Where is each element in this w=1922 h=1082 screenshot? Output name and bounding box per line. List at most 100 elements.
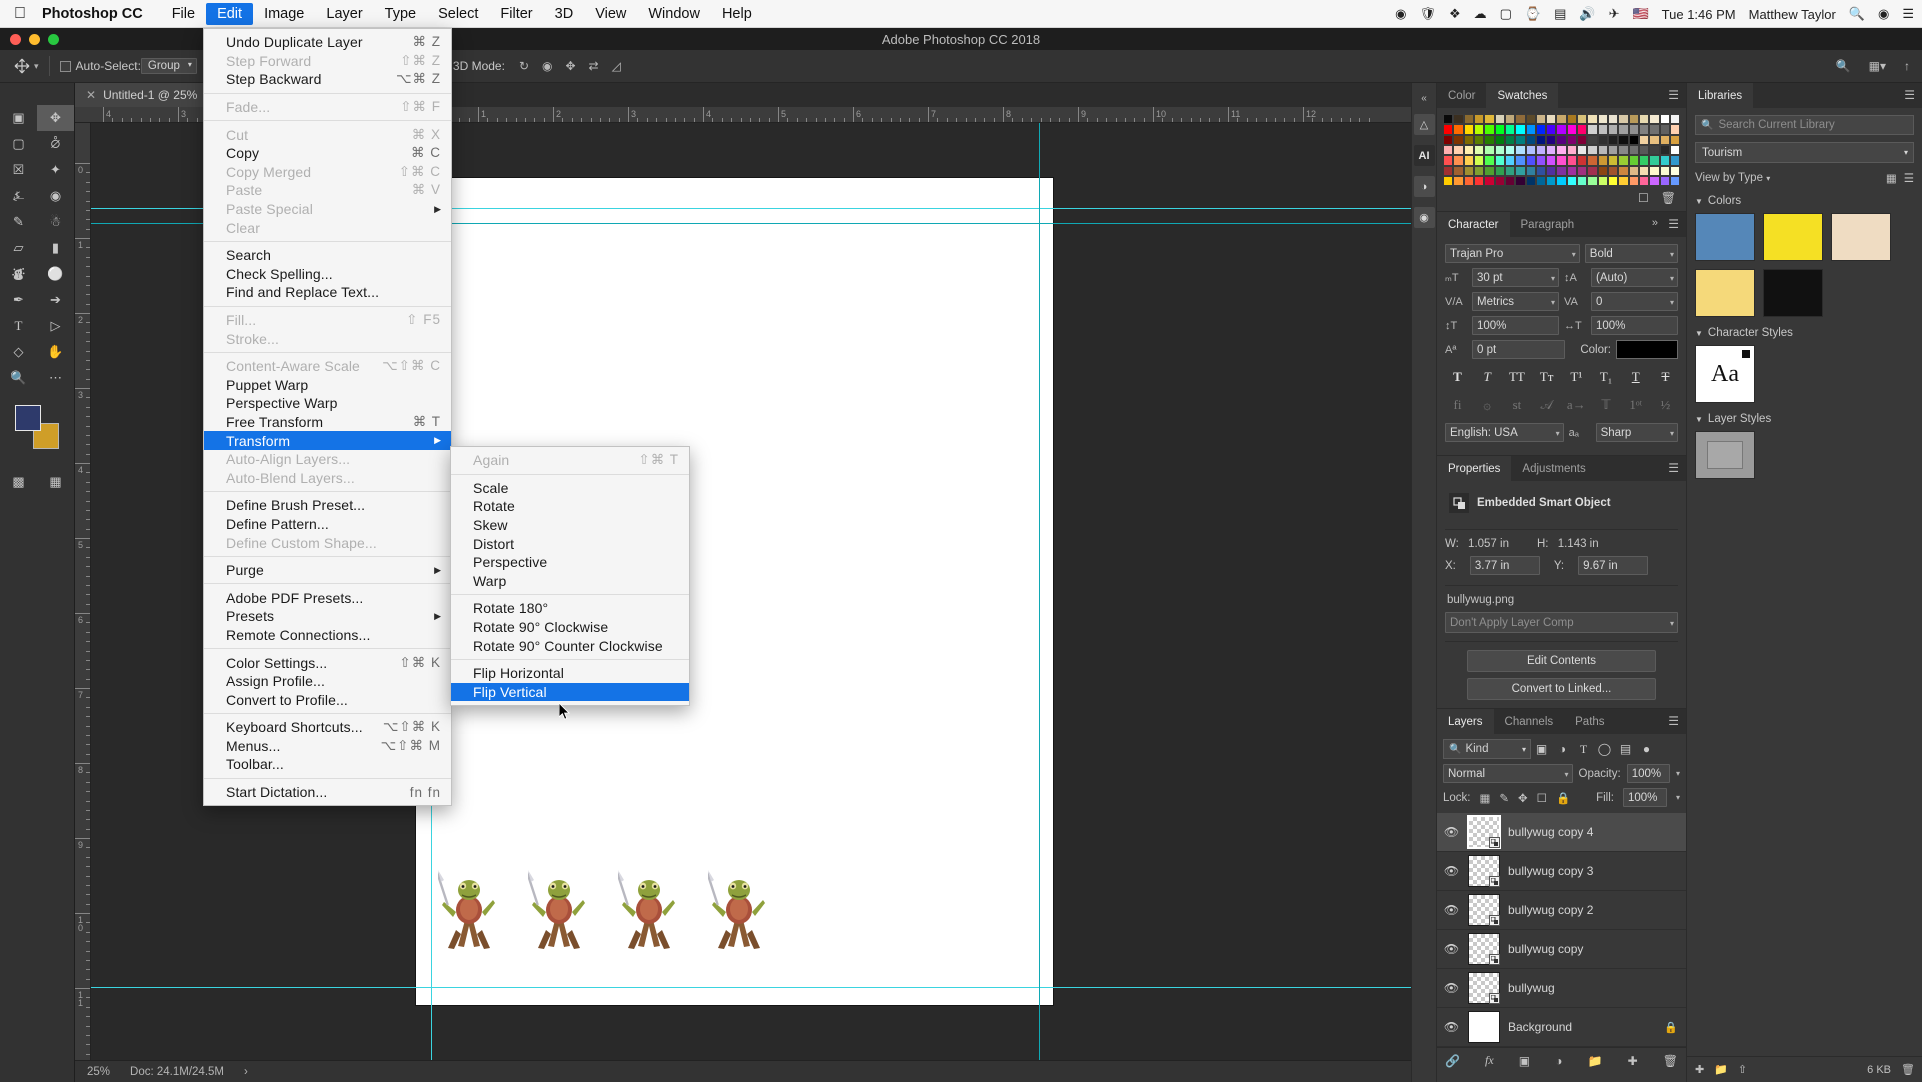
layer-visibility-icon[interactable]: 👁 bbox=[1443, 1020, 1460, 1034]
tool-path-select[interactable]: ➔ bbox=[37, 287, 74, 313]
color-swatch[interactable] bbox=[1659, 155, 1670, 166]
menu-filter[interactable]: Filter bbox=[489, 3, 543, 25]
color-swatch[interactable] bbox=[1525, 144, 1536, 156]
layer-filter-kind-dropdown[interactable]: 🔍 Kind ▾ bbox=[1443, 739, 1531, 760]
layer-thumbnail[interactable] bbox=[1468, 894, 1500, 927]
color-swatch[interactable] bbox=[1443, 124, 1454, 135]
library-color-chip[interactable] bbox=[1763, 269, 1823, 317]
color-swatch[interactable] bbox=[1566, 175, 1578, 187]
color-swatch[interactable] bbox=[1484, 175, 1495, 187]
color-swatch[interactable] bbox=[1669, 144, 1681, 156]
color-swatch[interactable] bbox=[1628, 144, 1639, 156]
menu-layer[interactable]: Layer bbox=[315, 3, 373, 25]
color-swatch[interactable] bbox=[1577, 144, 1588, 156]
color-swatch[interactable] bbox=[1535, 134, 1547, 145]
color-swatch[interactable] bbox=[1649, 114, 1660, 125]
color-swatch[interactable] bbox=[1473, 165, 1485, 176]
color-swatch[interactable] bbox=[1638, 114, 1650, 125]
color-swatch[interactable] bbox=[1556, 144, 1567, 156]
underline-button[interactable]: T bbox=[1623, 366, 1648, 387]
color-swatch[interactable] bbox=[1556, 124, 1567, 135]
link-layers-icon[interactable]: 🔗 bbox=[1445, 1054, 1460, 1068]
color-swatch[interactable] bbox=[1669, 165, 1681, 176]
contextual-alternates-button[interactable]: ۞ bbox=[1475, 394, 1500, 415]
lock-transparency-icon[interactable]: ▦ bbox=[1480, 791, 1491, 805]
layer-thumbnail[interactable] bbox=[1467, 815, 1501, 850]
color-swatch[interactable] bbox=[1618, 165, 1629, 176]
add-element-icon[interactable]: ✚ bbox=[1695, 1063, 1704, 1076]
filter-shape-icon[interactable]: ◯ bbox=[1594, 739, 1615, 759]
roll-3d-icon[interactable]: ◉ bbox=[542, 59, 552, 73]
slide-3d-icon[interactable]: ⇄ bbox=[589, 59, 599, 73]
discretionary-ligatures-button[interactable]: st bbox=[1504, 394, 1529, 415]
filter-smart-object-icon[interactable]: ▤ bbox=[1615, 739, 1636, 759]
menu-item-define-brush-preset[interactable]: Define Brush Preset... bbox=[204, 496, 451, 515]
color-swatch[interactable] bbox=[1546, 124, 1557, 135]
sync-icon[interactable]: ⇧ bbox=[1738, 1063, 1747, 1076]
color-swatch[interactable] bbox=[1535, 155, 1547, 166]
menu-item-puppet-warp[interactable]: Puppet Warp bbox=[204, 376, 451, 395]
tool-lasso[interactable]: ⦲ bbox=[37, 131, 74, 157]
layer-visibility-icon[interactable]: 👁 bbox=[1443, 864, 1460, 878]
color-swatch[interactable] bbox=[1597, 114, 1608, 125]
menu-item-rotate[interactable]: Rotate bbox=[451, 497, 689, 516]
tool-pen[interactable]: ✒ bbox=[0, 287, 37, 313]
clock-label[interactable]: Tue 1:46 PM bbox=[1662, 7, 1736, 22]
menu-item-undo-duplicate-layer[interactable]: Undo Duplicate Layer ⌘ Z bbox=[204, 33, 451, 52]
menu-type[interactable]: Type bbox=[374, 3, 427, 25]
color-swatch[interactable] bbox=[1587, 155, 1598, 166]
color-swatch[interactable] bbox=[1659, 175, 1670, 187]
opacity-chevron-icon[interactable]: ▾ bbox=[1676, 769, 1680, 778]
all-caps-button[interactable]: TT bbox=[1504, 366, 1529, 387]
panel-menu-icon[interactable]: ☰ bbox=[1668, 218, 1679, 230]
color-swatch[interactable] bbox=[1515, 155, 1526, 166]
library-section-colors[interactable]: ▼ Colors bbox=[1695, 195, 1914, 207]
color-swatch[interactable] bbox=[1587, 114, 1598, 125]
menu-select[interactable]: Select bbox=[427, 3, 489, 25]
color-swatch[interactable] bbox=[1587, 165, 1598, 176]
menu-item-menus[interactable]: Menus... ⌥⇧⌘ M bbox=[204, 737, 451, 756]
color-swatch[interactable] bbox=[1628, 165, 1639, 176]
filter-type-icon[interactable]: T bbox=[1573, 739, 1594, 759]
library-section-layer-styles[interactable]: ▼ Layer Styles bbox=[1695, 413, 1914, 425]
color-swatch[interactable] bbox=[1597, 144, 1608, 156]
antialias-dropdown[interactable]: Sharp ▾ bbox=[1595, 423, 1678, 443]
kerning-field[interactable]: Metrics ▾ bbox=[1472, 292, 1559, 312]
color-swatch[interactable] bbox=[1525, 114, 1536, 125]
menu-item-free-transform[interactable]: Free Transform ⌘ T bbox=[204, 413, 451, 432]
color-swatch[interactable] bbox=[1587, 175, 1598, 187]
spotlight-search-icon[interactable]: 🔍 bbox=[1849, 6, 1865, 22]
shield-icon[interactable]: 🛡 bbox=[1419, 6, 1436, 22]
menu-item-check-spelling[interactable]: Check Spelling... bbox=[204, 265, 451, 284]
color-swatch[interactable] bbox=[1638, 165, 1650, 176]
color-swatch[interactable] bbox=[1463, 165, 1474, 176]
color-swatch[interactable] bbox=[1515, 144, 1526, 156]
color-swatch[interactable] bbox=[1443, 114, 1454, 125]
color-swatch[interactable] bbox=[1546, 114, 1557, 125]
auto-select-checkbox[interactable] bbox=[59, 60, 71, 72]
menu-item-assign-profile[interactable]: Assign Profile... bbox=[204, 672, 451, 691]
color-swatch[interactable] bbox=[1669, 175, 1681, 187]
color-swatch[interactable] bbox=[1577, 134, 1588, 145]
layer-row[interactable]: 👁 bullywug copy 3 bbox=[1437, 852, 1686, 892]
menu-item-perspective-warp[interactable]: Perspective Warp bbox=[204, 394, 451, 413]
color-swatch[interactable] bbox=[1597, 134, 1608, 145]
tab-libraries[interactable]: Libraries bbox=[1687, 83, 1754, 108]
tab-channels[interactable]: Channels bbox=[1494, 709, 1565, 734]
tab-color[interactable]: Color bbox=[1437, 83, 1486, 108]
color-swatch[interactable] bbox=[1659, 165, 1670, 176]
color-swatch[interactable] bbox=[1484, 124, 1495, 135]
layer-row[interactable]: 👁 bullywug copy bbox=[1437, 930, 1686, 970]
user-name-label[interactable]: Matthew Taylor bbox=[1749, 7, 1836, 22]
color-swatch[interactable] bbox=[1473, 124, 1485, 135]
tool-zoom[interactable]: 🔍 bbox=[0, 365, 37, 391]
lock-artboard-icon[interactable]: ☐ bbox=[1537, 791, 1547, 805]
color-swatch[interactable] bbox=[1494, 165, 1505, 176]
color-swatch[interactable] bbox=[1597, 175, 1608, 187]
display-icon[interactable]: ▤ bbox=[1554, 6, 1566, 22]
color-swatch[interactable] bbox=[1473, 144, 1485, 156]
color-swatch[interactable] bbox=[1618, 124, 1629, 135]
library-character-style-item[interactable]: Aa bbox=[1695, 345, 1755, 403]
color-swatch[interactable] bbox=[1525, 165, 1536, 176]
quick-mask-icon[interactable]: ▩ bbox=[0, 469, 37, 495]
